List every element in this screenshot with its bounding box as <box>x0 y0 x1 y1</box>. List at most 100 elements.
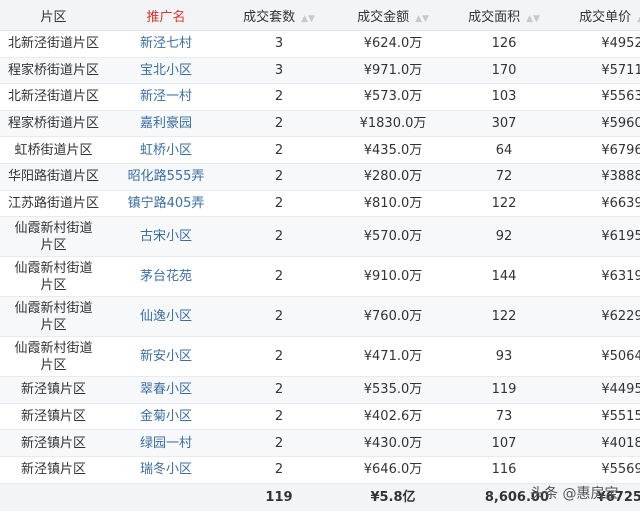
cell-name[interactable]: 瑞冬小区 <box>107 456 225 484</box>
watermark: 头条 @惠房宝 <box>530 486 619 502</box>
cell-amount: ¥624.0万 <box>333 30 453 58</box>
cell-area: 73 <box>453 403 555 431</box>
cell-amount: ¥760.0万 <box>333 296 453 338</box>
cell-amount: ¥471.0万 <box>333 336 453 378</box>
cell-district: 北新泾街道片区 <box>0 83 107 111</box>
cell-area: 103 <box>453 83 555 111</box>
table-row: 程家桥街道片区嘉利豪园2¥1830.0万307¥59609 <box>0 110 640 138</box>
sort-icon[interactable]: ▲▼ <box>526 14 540 24</box>
cell-district: 新泾镇片区 <box>0 403 107 431</box>
cell-name[interactable]: 镇宁路405弄 <box>107 190 225 218</box>
cell-amount: ¥402.6万 <box>333 403 453 431</box>
cell-name[interactable]: 茅台花苑 <box>107 256 225 298</box>
cell-district: 仙霞新村街道片区 <box>0 256 107 298</box>
cell-district: 程家桥街道片区 <box>0 110 107 138</box>
transactions-table: 片区 推广名 成交套数▲▼ 成交金额▲▼ 成交面积▲▼ 成交单价▲▼ 北新泾街道… <box>0 0 640 511</box>
cell-area: 119 <box>453 376 555 404</box>
cell-price: ¥49524 <box>555 30 640 58</box>
cell-area: 107 <box>453 429 555 457</box>
cell-count: 3 <box>225 57 333 85</box>
cell-count: 2 <box>225 163 333 191</box>
table-row: 华阳路街道片区昭化路555弄2¥280.0万72¥38889 <box>0 163 640 191</box>
cell-name[interactable]: 古宋小区 <box>107 216 225 258</box>
cell-district: 江苏路街道片区 <box>0 190 107 218</box>
cell-name[interactable]: 翠春小区 <box>107 376 225 404</box>
header-district: 片区 <box>0 0 107 31</box>
cell-price: ¥66393 <box>555 190 640 218</box>
table-row: 新泾镇片区绿园一村2¥430.0万107¥40187 <box>0 429 640 457</box>
cell-price: ¥40187 <box>555 429 640 457</box>
table-row: 新泾镇片区金菊小区2¥402.6万73¥55151 <box>0 403 640 431</box>
sort-icon[interactable]: ▲▼ <box>301 14 315 24</box>
table-row: 仙霞新村街道片区茅台花苑2¥910.0万144¥63194 <box>0 256 640 298</box>
cell-name[interactable]: 金菊小区 <box>107 403 225 431</box>
cell-count: 3 <box>225 30 333 58</box>
table-row: 虹桥街道片区虹桥小区2¥435.0万64¥67969 <box>0 136 640 164</box>
cell-count: 2 <box>225 296 333 338</box>
cell-count: 2 <box>225 216 333 258</box>
cell-count: 2 <box>225 256 333 298</box>
table-row: 仙霞新村街道片区古宋小区2¥570.0万92¥61957 <box>0 216 640 258</box>
cell-price: ¥55151 <box>555 403 640 431</box>
table-row: 北新泾街道片区新泾一村2¥573.0万103¥55631 <box>0 83 640 111</box>
sort-icon[interactable]: ▲▼ <box>415 14 429 24</box>
table-row: 新泾镇片区翠春小区2¥535.0万119¥44958 <box>0 376 640 404</box>
cell-price: ¥61957 <box>555 216 640 258</box>
total-amount: ¥5.8亿 <box>333 483 453 511</box>
cell-name[interactable]: 新泾七村 <box>107 30 225 58</box>
cell-district: 虹桥街道片区 <box>0 136 107 164</box>
table-row: 北新泾街道片区新泾七村3¥624.0万126¥49524 <box>0 30 640 58</box>
cell-amount: ¥430.0万 <box>333 429 453 457</box>
cell-price: ¥57118 <box>555 57 640 85</box>
cell-district: 仙霞新村街道片区 <box>0 216 107 258</box>
cell-amount: ¥573.0万 <box>333 83 453 111</box>
cell-area: 126 <box>453 30 555 58</box>
cell-name[interactable]: 嘉利豪园 <box>107 110 225 138</box>
cell-count: 2 <box>225 376 333 404</box>
cell-price: ¥63194 <box>555 256 640 298</box>
header-count[interactable]: 成交套数 ▲▼ <box>225 0 333 31</box>
cell-count: 2 <box>225 429 333 457</box>
header-amount[interactable]: 成交金额 ▲▼ <box>333 0 453 31</box>
table-row: 江苏路街道片区镇宁路405弄2¥810.0万122¥66393 <box>0 190 640 218</box>
header-price[interactable]: 成交单价▲▼ <box>555 0 640 31</box>
cell-area: 93 <box>453 336 555 378</box>
table-row: 新泾镇片区瑞冬小区2¥646.0万116¥55690 <box>0 456 640 484</box>
table-row: 仙霞新村街道片区新安小区2¥471.0万93¥50645 <box>0 336 640 378</box>
cell-amount: ¥810.0万 <box>333 190 453 218</box>
cell-name[interactable]: 仙逸小区 <box>107 296 225 338</box>
cell-amount: ¥280.0万 <box>333 163 453 191</box>
header-area[interactable]: 成交面积 ▲▼ <box>453 0 555 31</box>
cell-amount: ¥910.0万 <box>333 256 453 298</box>
cell-area: 144 <box>453 256 555 298</box>
cell-area: 92 <box>453 216 555 258</box>
cell-price: ¥67969 <box>555 136 640 164</box>
cell-amount: ¥535.0万 <box>333 376 453 404</box>
cell-amount: ¥1830.0万 <box>333 110 453 138</box>
cell-amount: ¥570.0万 <box>333 216 453 258</box>
cell-area: 307 <box>453 110 555 138</box>
header-name[interactable]: 推广名 <box>107 0 225 31</box>
cell-price: ¥50645 <box>555 336 640 378</box>
cell-name[interactable]: 新安小区 <box>107 336 225 378</box>
cell-area: 122 <box>453 190 555 218</box>
cell-area: 116 <box>453 456 555 484</box>
cell-count: 2 <box>225 83 333 111</box>
cell-name[interactable]: 绿园一村 <box>107 429 225 457</box>
cell-area: 64 <box>453 136 555 164</box>
cell-area: 122 <box>453 296 555 338</box>
cell-area: 170 <box>453 57 555 85</box>
cell-count: 2 <box>225 110 333 138</box>
cell-price: ¥55631 <box>555 83 640 111</box>
cell-count: 2 <box>225 190 333 218</box>
cell-count: 2 <box>225 136 333 164</box>
cell-name[interactable]: 新泾一村 <box>107 83 225 111</box>
cell-district: 北新泾街道片区 <box>0 30 107 58</box>
cell-price: ¥38889 <box>555 163 640 191</box>
cell-name[interactable]: 虹桥小区 <box>107 136 225 164</box>
cell-count: 2 <box>225 403 333 431</box>
cell-name[interactable]: 宝北小区 <box>107 57 225 85</box>
cell-name[interactable]: 昭化路555弄 <box>107 163 225 191</box>
cell-district: 程家桥街道片区 <box>0 57 107 85</box>
cell-price: ¥44958 <box>555 376 640 404</box>
